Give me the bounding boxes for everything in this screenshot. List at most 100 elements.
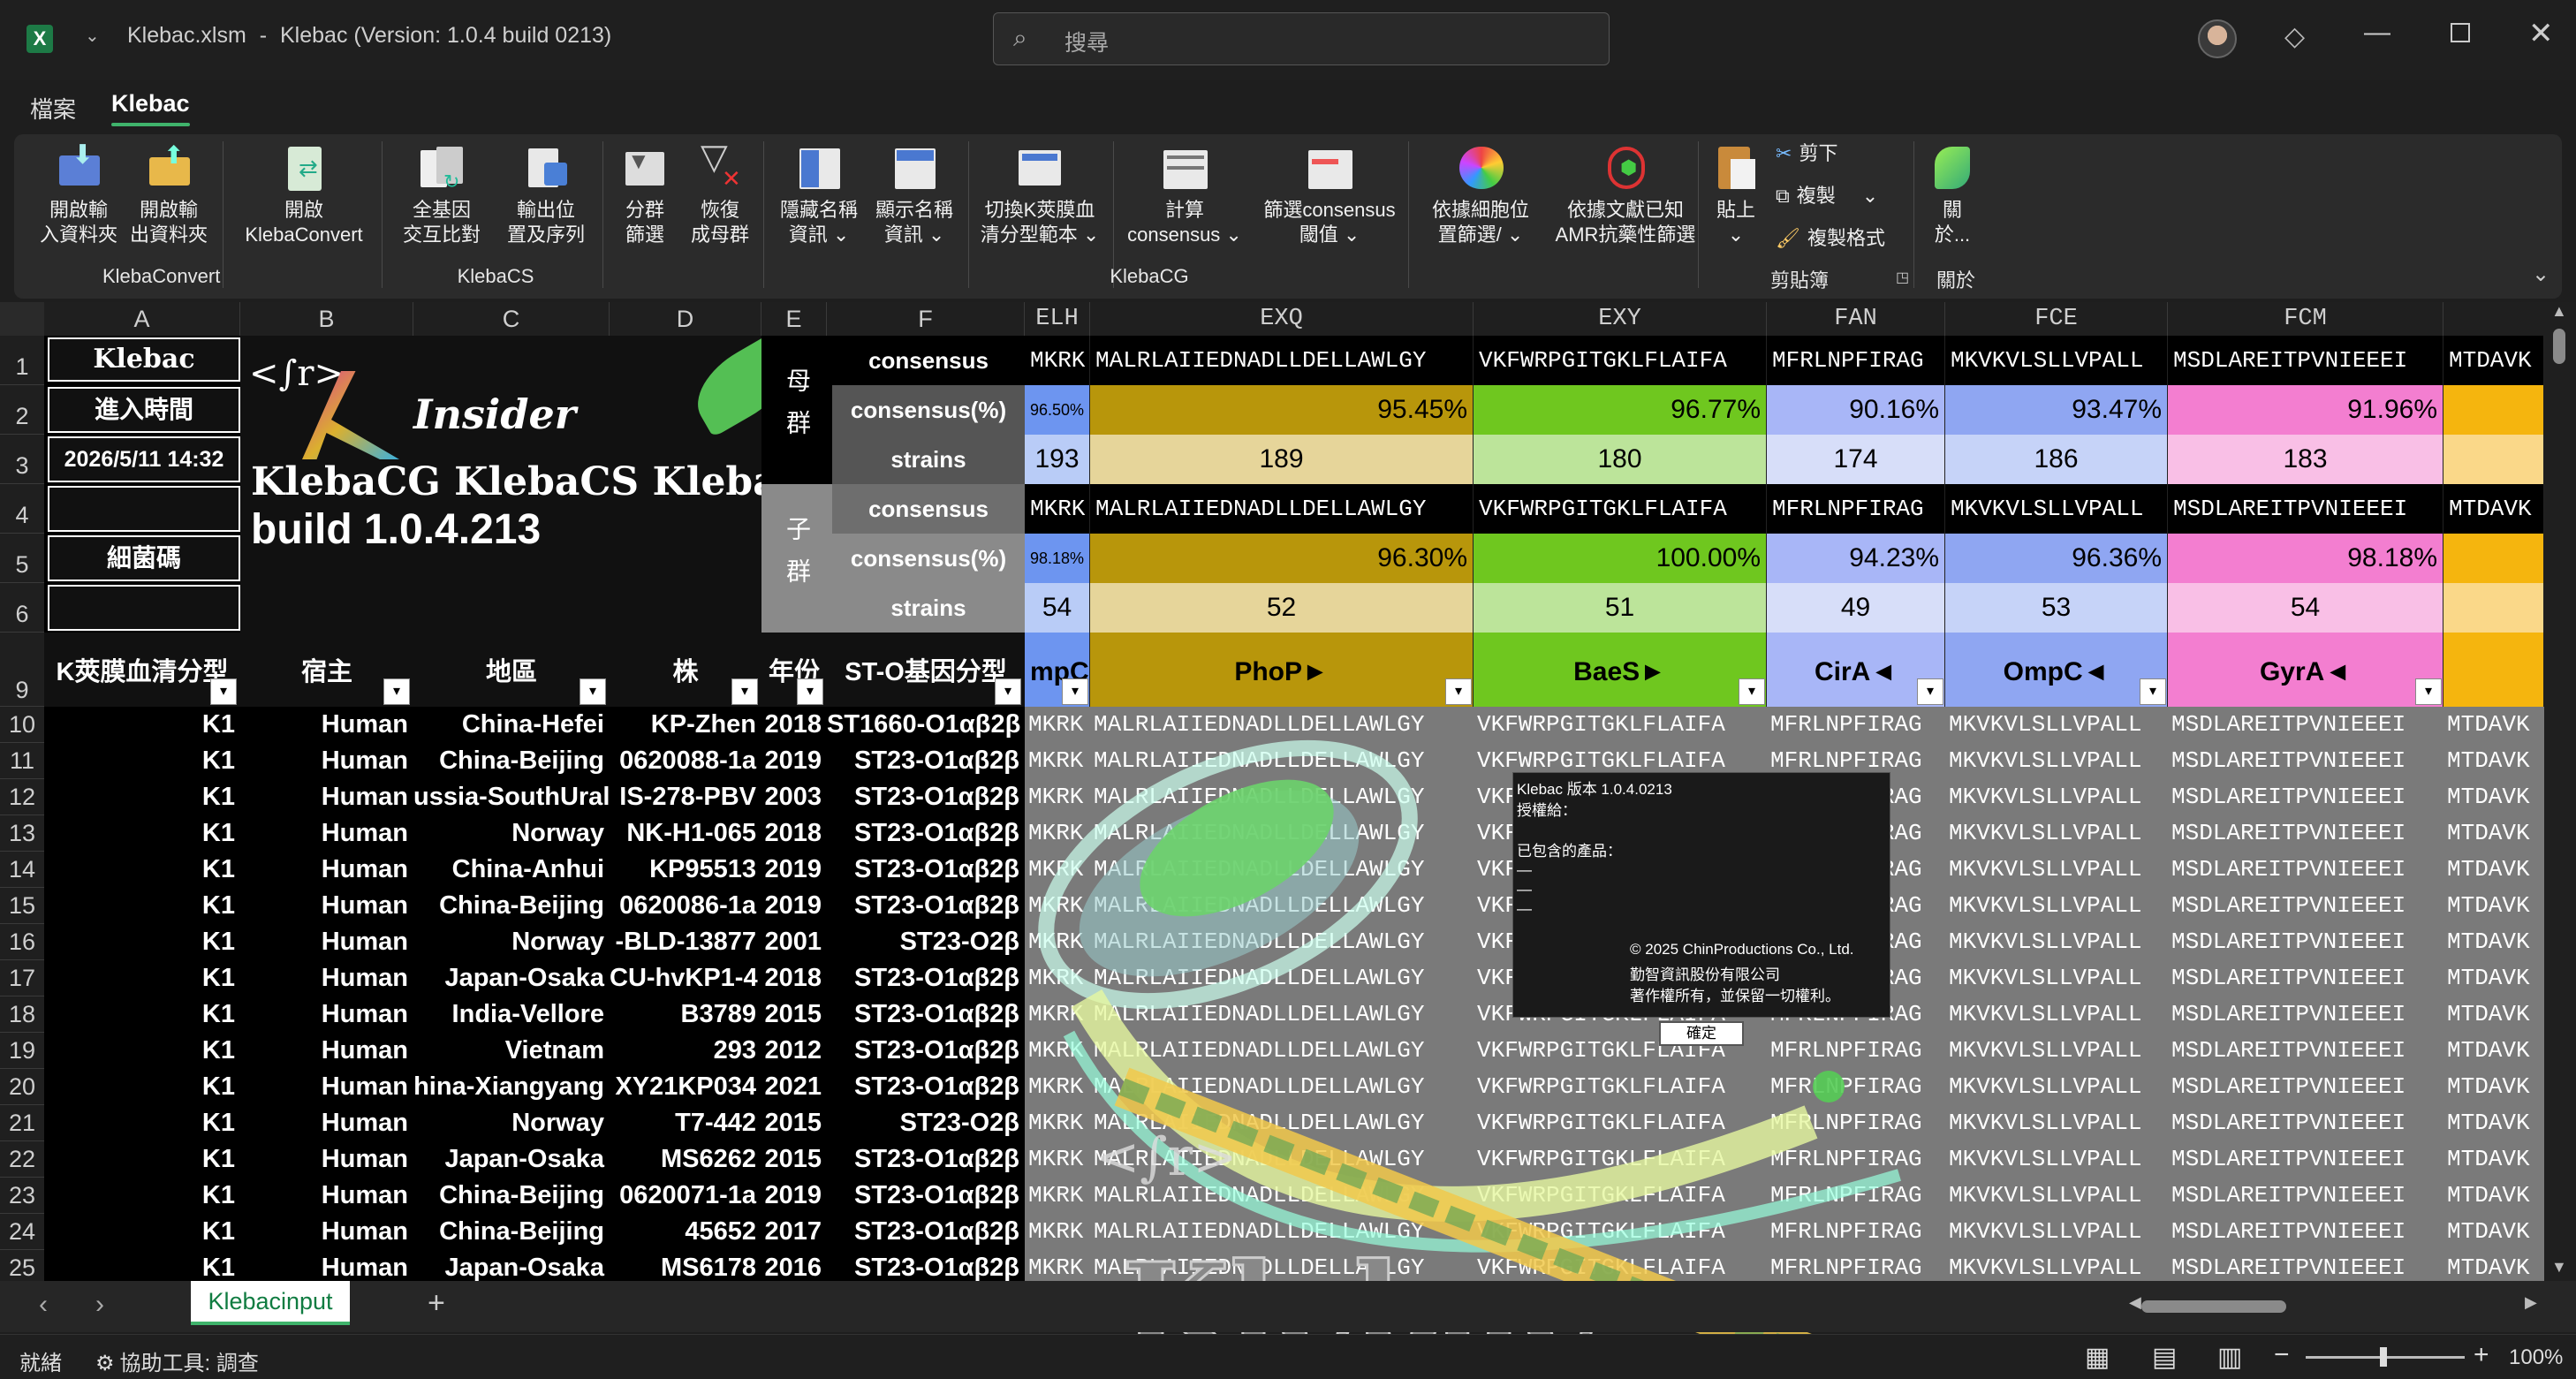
scroll-left-icon[interactable]: ◀	[2129, 1293, 2141, 1312]
table-cell[interactable]: NK-H1-065	[610, 815, 761, 852]
empty-info-cell[interactable]	[48, 486, 240, 532]
table-cell[interactable]: Human	[240, 924, 413, 960]
table-cell[interactable]: K1	[44, 1214, 240, 1250]
sequence-cell[interactable]: MKVKVLSLLVPALL	[1945, 743, 2168, 779]
show-names-button[interactable]: 顯示名稱 資訊 ⌄	[866, 143, 963, 247]
table-cell[interactable]: Human	[240, 1250, 413, 1281]
table-cell[interactable]: ST23-O1αβ2β	[827, 996, 1025, 1033]
horizontal-scrollbar[interactable]: ◀ ▶	[2129, 1293, 2537, 1316]
restore-icon[interactable]	[2451, 23, 2470, 42]
table-cell[interactable]: K1	[44, 1141, 240, 1178]
child-strains[interactable]: 49	[1767, 583, 1945, 633]
sequence-cell[interactable]: MKVKVLSLLVPALL	[1945, 924, 2168, 960]
hide-names-button[interactable]: 隱藏名稱 資訊 ⌄	[770, 143, 868, 247]
table-cell[interactable]: China-Beijing	[413, 743, 610, 779]
mother-consensus-seq[interactable]: MTDAVK	[2443, 336, 2544, 385]
row-header[interactable]: 3	[0, 435, 44, 484]
row-header[interactable]: 10	[0, 707, 44, 743]
sequence-cell[interactable]: MSDLAREITPVNIEEEI	[2168, 1250, 2443, 1281]
child-consensus-seq[interactable]: VKFWRPGITGKLFLAIFA	[1474, 484, 1767, 534]
row-header[interactable]: 11	[0, 743, 44, 779]
sequence-cell[interactable]: MTDAVK	[2443, 1105, 2544, 1141]
table-cell[interactable]: MS6178	[610, 1250, 761, 1281]
filter-dropdown-icon[interactable]: ▾	[797, 678, 823, 705]
table-cell[interactable]: 2018	[761, 815, 827, 852]
table-cell[interactable]: 2015	[761, 1141, 827, 1178]
close-icon[interactable]: ✕	[2528, 16, 2554, 51]
table-cell[interactable]: 2017	[761, 1214, 827, 1250]
sequence-cell[interactable]: MTDAVK	[2443, 996, 2544, 1033]
row-header[interactable]: 4	[0, 484, 44, 534]
table-cell[interactable]: 2012	[761, 1033, 827, 1069]
child-consensus-pct[interactable]: 94.23%	[1767, 534, 1945, 583]
table-cell[interactable]: 2019	[761, 743, 827, 779]
dialog-launcher-icon[interactable]: ◳	[1896, 269, 1909, 286]
table-cell[interactable]: 2003	[761, 779, 827, 815]
sequence-cell[interactable]: MKVKVLSLLVPALL	[1945, 1214, 2168, 1250]
column-header[interactable]: FCE	[1945, 302, 2168, 336]
child-consensus-pct[interactable]: 96.30%	[1090, 534, 1474, 583]
mother-strains[interactable]: 193	[1025, 435, 1090, 484]
table-cell[interactable]: 2018	[761, 960, 827, 996]
table-cell[interactable]: K1	[44, 960, 240, 996]
table-cell[interactable]: Human	[240, 1214, 413, 1250]
accessibility-button[interactable]: ⚙ 協助工具: 調查	[95, 1345, 259, 1376]
page-break-icon[interactable]: ▥	[2217, 1342, 2242, 1373]
sequence-cell[interactable]: MTDAVK	[2443, 1141, 2544, 1178]
table-cell[interactable]: Human	[240, 815, 413, 852]
scroll-right-icon[interactable]: ▶	[2525, 1293, 2537, 1312]
restore-mother-button[interactable]: ▽ ✕ 恢復 成母群	[682, 140, 758, 247]
paste-button[interactable]: 貼上 ⌄	[1703, 143, 1769, 247]
table-cell[interactable]: China-Beijing	[413, 888, 610, 924]
zoom-out-icon[interactable]: −	[2274, 1340, 2290, 1370]
cut-button[interactable]: ✂ 剪下	[1776, 138, 1837, 166]
table-cell[interactable]: ST23-O1αβ2β	[827, 960, 1025, 996]
table-cell[interactable]: KP-Zhen	[610, 707, 761, 743]
sequence-cell[interactable]: MSDLAREITPVNIEEEI	[2168, 996, 2443, 1033]
table-cell[interactable]: ST23-O1αβ2β	[827, 1141, 1025, 1178]
scroll-thumb[interactable]	[2553, 329, 2565, 364]
mother-consensus-pct[interactable]	[2443, 385, 2544, 435]
sequence-cell[interactable]: MKVKVLSLLVPALL	[1945, 888, 2168, 924]
mother-strains[interactable]: 189	[1090, 435, 1474, 484]
table-cell[interactable]: China-Beijing	[413, 1178, 610, 1214]
table-cell[interactable]: ussia-SouthUral	[413, 779, 610, 815]
table-cell[interactable]: -BLD-13877	[610, 924, 761, 960]
sequence-cell[interactable]: MTDAVK	[2443, 960, 2544, 996]
ok-button[interactable]: 確定	[1659, 1021, 1744, 1046]
table-cell[interactable]: Vietnam	[413, 1033, 610, 1069]
table-cell[interactable]: 2001	[761, 924, 827, 960]
row-header[interactable]: 14	[0, 852, 44, 888]
table-cell[interactable]: MS6262	[610, 1141, 761, 1178]
calculate-consensus-button[interactable]: 計算 consensus ⌄	[1118, 143, 1251, 247]
sequence-cell[interactable]: MTDAVK	[2443, 888, 2544, 924]
consensus-threshold-button[interactable]: 篩選consensus 閾值 ⌄	[1254, 143, 1405, 247]
zoom-in-icon[interactable]: +	[2474, 1340, 2489, 1370]
row-header[interactable]: 2	[0, 385, 44, 435]
sequence-cell[interactable]: MKVKVLSLLVPALL	[1945, 707, 2168, 743]
table-cell[interactable]: Norway	[413, 815, 610, 852]
page-layout-icon[interactable]: ▤	[2152, 1342, 2177, 1373]
column-header[interactable]: EXY	[1474, 302, 1767, 336]
table-cell[interactable]: 45652	[610, 1214, 761, 1250]
sequence-cell[interactable]: MKVKVLSLLVPALL	[1945, 1033, 2168, 1069]
cell-position-filter-button[interactable]: 依據細胞位 置篩選/ ⌄	[1410, 143, 1551, 247]
sequence-cell[interactable]: MSDLAREITPVNIEEEI	[2168, 924, 2443, 960]
sequence-cell[interactable]: MSDLAREITPVNIEEEI	[2168, 852, 2443, 888]
amr-filter-button[interactable]: ⬢ 依據文獻已知 AMR抗藥性篩選	[1555, 143, 1696, 247]
row-header[interactable]: 15	[0, 888, 44, 924]
child-consensus-pct[interactable]: 98.18%	[1025, 534, 1090, 583]
table-cell[interactable]: K1	[44, 1069, 240, 1105]
table-cell[interactable]: 293	[610, 1033, 761, 1069]
sequence-cell[interactable]: MKVKVLSLLVPALL	[1945, 960, 2168, 996]
table-cell[interactable]: ST23-O2β	[827, 1105, 1025, 1141]
mother-consensus-seq[interactable]: MALRLAIIEDNADLLDELLAWLGY	[1090, 336, 1474, 385]
collapse-ribbon-icon[interactable]: ⌄	[2532, 261, 2549, 287]
gene-name-header[interactable]: BaeS►	[1474, 633, 1767, 707]
filter-dropdown-icon[interactable]: ▾	[1445, 678, 1472, 705]
table-cell[interactable]: 2019	[761, 888, 827, 924]
filter-dropdown-icon[interactable]: ▾	[995, 678, 1021, 705]
sequence-cell[interactable]: MSDLAREITPVNIEEEI	[2168, 1069, 2443, 1105]
column-header[interactable]: D	[610, 302, 761, 336]
mother-consensus-pct[interactable]: 90.16%	[1767, 385, 1945, 435]
